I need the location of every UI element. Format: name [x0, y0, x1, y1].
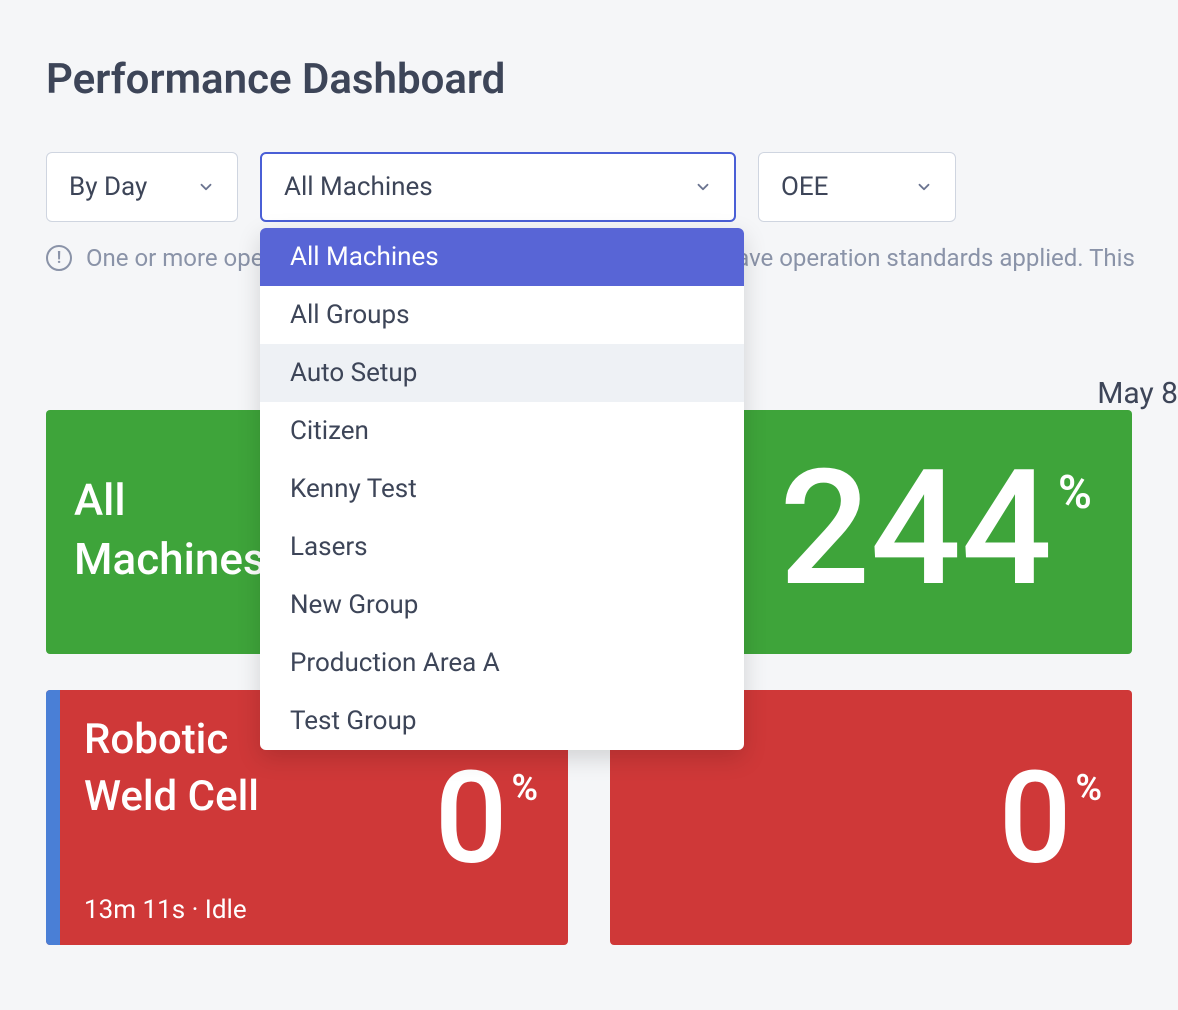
machines-dropdown[interactable]: All Machines — [260, 152, 736, 222]
date-label: May 8 — [1097, 376, 1178, 411]
chevron-down-icon — [197, 178, 215, 196]
warning-icon: ! — [46, 245, 72, 271]
robotic-weld-number: 0 — [435, 755, 508, 883]
chevron-down-icon — [915, 178, 933, 196]
by-day-label: By Day — [69, 172, 147, 202]
by-day-dropdown[interactable]: By Day — [46, 152, 238, 222]
dropdown-item-auto-setup[interactable]: Auto Setup — [260, 344, 744, 402]
all-machines-title-text: All Machines — [74, 471, 266, 590]
all-machines-value: 244 % — [779, 450, 1092, 610]
robotic-weld-status: 13m 11s · Idle — [84, 895, 259, 925]
dropdown-item-citizen[interactable]: Citizen — [260, 402, 744, 460]
all-machines-number: 244 — [779, 450, 1052, 610]
percent-unit: % — [511, 767, 538, 809]
percent-unit: % — [1075, 767, 1102, 809]
page-title: Performance Dashboard — [0, 0, 1178, 104]
dropdown-item-all-machines[interactable]: All Machines — [260, 228, 744, 286]
machine-card-2-number: 0 — [999, 755, 1072, 883]
dropdown-item-lasers[interactable]: Lasers — [260, 518, 744, 576]
machines-dropdown-menu: All Machines All Groups Auto Setup Citiz… — [260, 228, 744, 750]
metric-label: OEE — [781, 172, 828, 202]
robotic-weld-title: Robotic Weld Cell — [84, 712, 259, 825]
percent-unit: % — [1058, 466, 1092, 520]
dropdown-item-production-area-a[interactable]: Production Area A — [260, 634, 744, 692]
dropdown-item-kenny-test[interactable]: Kenny Test — [260, 460, 744, 518]
filter-bar: By Day All Machines OEE All Machines All… — [0, 104, 1178, 222]
machines-label: All Machines — [284, 172, 433, 202]
dropdown-item-all-groups[interactable]: All Groups — [260, 286, 744, 344]
dropdown-item-test-group[interactable]: Test Group — [260, 692, 744, 750]
all-machines-title: All Machines — [74, 471, 266, 590]
dropdown-item-new-group[interactable]: New Group — [260, 576, 744, 634]
chevron-down-icon — [694, 178, 712, 196]
status-strip — [46, 690, 60, 945]
metric-dropdown[interactable]: OEE — [758, 152, 956, 222]
machine-card-2-value: 0 % — [999, 755, 1102, 883]
robotic-weld-value: 0 % — [435, 755, 538, 883]
